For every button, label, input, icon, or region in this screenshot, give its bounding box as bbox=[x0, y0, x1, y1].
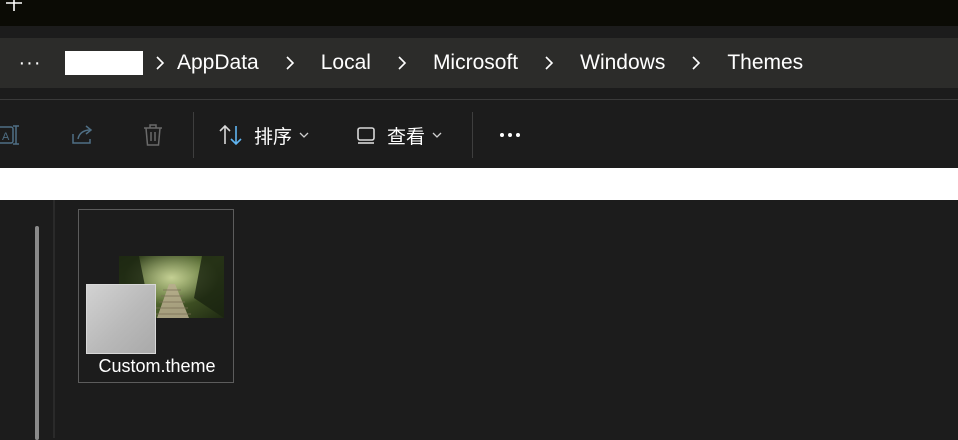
more-horizontal-icon[interactable] bbox=[494, 122, 526, 148]
breadcrumb-local[interactable]: Local bbox=[321, 38, 371, 88]
toolbar-separator bbox=[472, 112, 473, 158]
sort-button[interactable]: 排序 bbox=[218, 114, 309, 156]
pane-divider[interactable] bbox=[53, 200, 55, 438]
file-item[interactable]: Custom.theme bbox=[78, 209, 234, 383]
file-name: Custom.theme bbox=[98, 356, 216, 376]
chevron-down-icon bbox=[299, 132, 309, 138]
command-bar: A 排序 查看 bbox=[0, 100, 958, 168]
nav-pane-scrollbar[interactable] bbox=[35, 226, 39, 440]
sort-icon bbox=[219, 124, 242, 146]
breadcrumb-appdata[interactable]: AppData bbox=[177, 38, 259, 88]
breadcrumb-windows[interactable]: Windows bbox=[580, 38, 665, 88]
breadcrumb-user-folder-redacted[interactable] bbox=[65, 51, 143, 75]
view-label: 查看 bbox=[387, 126, 426, 148]
toolbar-separator bbox=[193, 112, 194, 158]
view-icon bbox=[357, 127, 375, 144]
chevron-right-icon[interactable] bbox=[665, 38, 727, 88]
chevron-right-icon[interactable] bbox=[518, 38, 580, 88]
title-bar bbox=[0, 0, 958, 26]
share-icon[interactable] bbox=[69, 122, 95, 148]
breadcrumb: ··· AppData Local Microsoft Windows Them… bbox=[0, 38, 958, 88]
delete-icon[interactable] bbox=[140, 122, 166, 148]
file-view: Custom.theme bbox=[0, 200, 958, 440]
chevron-right-icon[interactable] bbox=[143, 38, 177, 88]
svg-text:A: A bbox=[2, 131, 10, 143]
chevron-down-icon bbox=[432, 132, 442, 138]
chevron-right-icon[interactable] bbox=[371, 38, 433, 88]
theme-color-swatch bbox=[86, 284, 156, 354]
plus-icon[interactable] bbox=[2, 0, 26, 15]
breadcrumb-overflow-label: ··· bbox=[18, 51, 42, 74]
breadcrumb-microsoft[interactable]: Microsoft bbox=[433, 38, 518, 88]
view-button[interactable]: 查看 bbox=[355, 114, 442, 156]
breadcrumb-overflow-button[interactable]: ··· bbox=[0, 38, 62, 88]
details-header-bar bbox=[0, 168, 958, 200]
address-bar: ··· AppData Local Microsoft Windows Them… bbox=[0, 26, 958, 99]
breadcrumb-themes[interactable]: Themes bbox=[727, 38, 803, 88]
rename-icon[interactable]: A bbox=[0, 122, 22, 148]
sort-label: 排序 bbox=[254, 126, 293, 148]
chevron-right-icon[interactable] bbox=[259, 38, 321, 88]
